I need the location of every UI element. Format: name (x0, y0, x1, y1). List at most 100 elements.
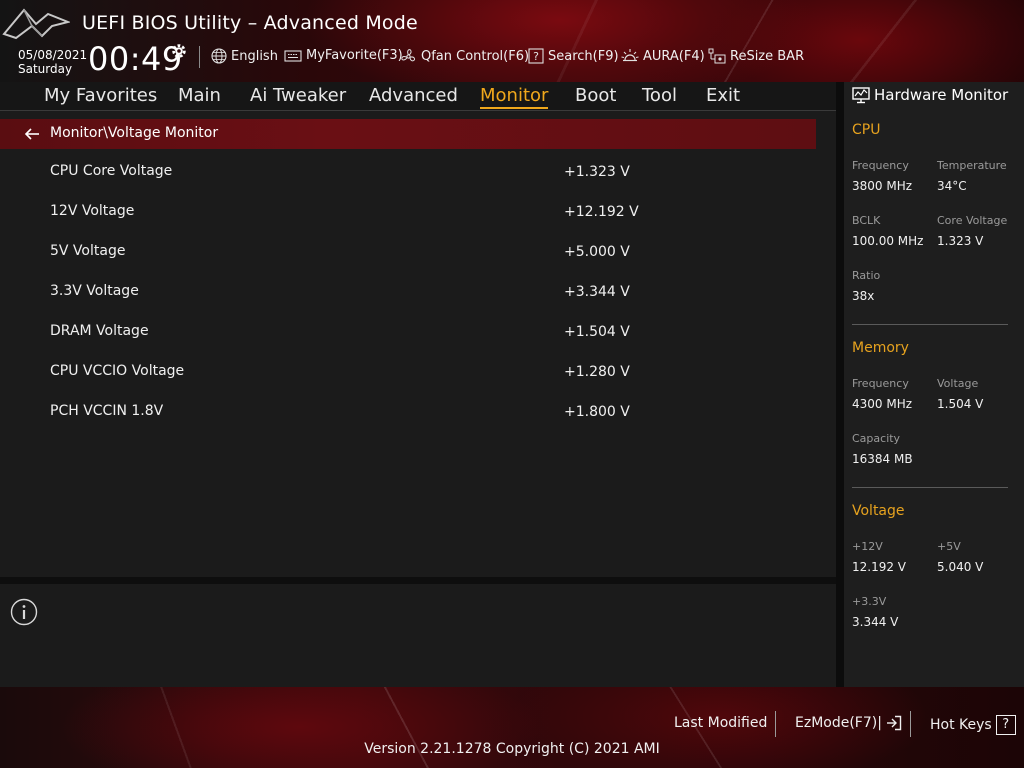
voltage-row[interactable]: 5V Voltage +5.000 V (0, 243, 816, 283)
voltage-value: +5.000 V (564, 244, 630, 260)
tab-my-favorites[interactable]: My Favorites (44, 85, 157, 106)
memory-voltage-value: 1.504 V (937, 397, 984, 411)
header-bar: UEFI BIOS Utility – Advanced Mode 05/08/… (0, 0, 1024, 82)
app-title: UEFI BIOS Utility – Advanced Mode (82, 12, 418, 34)
voltage-value: +1.504 V (564, 324, 630, 340)
search-label: Search(F9) (548, 48, 619, 64)
footer-bar: Last Modified EzMode(F7)| Hot Keys ? Ver… (0, 687, 1024, 768)
voltage-label: CPU VCCIO Voltage (50, 363, 185, 379)
voltage-row[interactable]: CPU VCCIO Voltage +1.280 V (0, 363, 816, 403)
memory-frequency-label: Frequency (852, 377, 909, 390)
version-text: Version 2.21.1278 Copyright (C) 2021 AMI (364, 741, 660, 757)
voltage-row[interactable]: DRAM Voltage +1.504 V (0, 323, 816, 363)
resize-bar-button[interactable]: ReSize BAR (708, 48, 804, 65)
search-box-icon: ? (528, 48, 544, 64)
v12-value: 12.192 V (852, 560, 907, 574)
breadcrumb-text: Monitor\Voltage Monitor (50, 125, 219, 141)
footer-separator (910, 711, 911, 737)
voltage-value: +3.344 V (564, 284, 630, 300)
tab-monitor[interactable]: Monitor (480, 85, 549, 109)
svg-text:?: ? (533, 50, 539, 63)
voltage-row[interactable]: PCH VCCIN 1.8V +1.800 V (0, 403, 816, 443)
fan-icon (401, 49, 416, 62)
core-voltage-value: 1.323 V (937, 234, 984, 248)
back-arrow-icon[interactable] (24, 126, 40, 142)
resize-bar-icon (708, 48, 726, 64)
qfan-control-button[interactable]: Qfan Control(F6) (400, 48, 529, 65)
aura-button[interactable]: AURA(F4) (621, 48, 705, 64)
panel-divider (0, 577, 836, 584)
v33-label: +3.3V (852, 595, 887, 608)
day-text: Saturday (18, 62, 73, 76)
voltage-row[interactable]: CPU Core Voltage +1.323 V (0, 163, 816, 203)
hardware-monitor-header: Hardware Monitor (852, 86, 1008, 104)
ezmode-button[interactable]: EzMode(F7)| (795, 715, 902, 731)
voltage-section-heading: Voltage (852, 503, 905, 519)
cpu-frequency-value: 3800 MHz (852, 179, 913, 193)
myfavorite-label: MyFavorite(F3) (306, 48, 403, 63)
voltage-label: DRAM Voltage (50, 323, 149, 339)
aura-label: AURA(F4) (643, 48, 705, 64)
voltage-label: PCH VCCIN 1.8V (50, 403, 164, 419)
monitor-icon (852, 87, 870, 104)
voltage-value: +1.280 V (564, 364, 630, 380)
info-icon (10, 598, 38, 626)
ezmode-label: EzMode(F7)| (795, 715, 882, 731)
hardware-monitor-title: Hardware Monitor (874, 86, 1009, 104)
cpu-temperature-value: 34°C (937, 179, 967, 193)
qfan-label: Qfan Control(F6) (421, 49, 530, 64)
rog-logo-icon (2, 8, 70, 40)
last-modified-button[interactable]: Last Modified (674, 715, 767, 731)
voltage-label: 3.3V Voltage (50, 283, 139, 299)
tab-main[interactable]: Main (178, 85, 221, 106)
clock: 00:49 (88, 40, 183, 78)
core-voltage-label: Core Voltage (937, 214, 1008, 227)
voltage-row[interactable]: 3.3V Voltage +3.344 V (0, 283, 816, 323)
tab-advanced[interactable]: Advanced (369, 85, 458, 106)
tab-ai-tweaker[interactable]: Ai Tweaker (250, 85, 346, 106)
help-panel (0, 584, 836, 687)
section-divider (852, 324, 1008, 325)
bclk-label: BCLK (852, 214, 881, 227)
voltage-label: 5V Voltage (50, 243, 126, 259)
sidebar-divider (836, 82, 844, 687)
v5-label: +5V (937, 540, 961, 553)
memory-capacity-value: 16384 MB (852, 452, 913, 466)
cpu-section-heading: CPU (852, 122, 881, 138)
main-tab-bar: My Favorites Main Ai Tweaker Advanced Mo… (0, 82, 836, 111)
memory-voltage-label: Voltage (937, 377, 979, 390)
ratio-label: Ratio (852, 269, 881, 282)
tab-exit[interactable]: Exit (706, 85, 740, 106)
footer-separator (775, 711, 776, 737)
language-label: English (231, 48, 278, 64)
hot-keys-button[interactable]: Hot Keys ? (930, 715, 1016, 735)
toolbar-separator (199, 46, 200, 68)
hot-keys-label: Hot Keys (930, 717, 992, 733)
globe-icon (211, 48, 227, 64)
memory-frequency-value: 4300 MHz (852, 397, 913, 411)
tab-tool[interactable]: Tool (642, 85, 677, 106)
hardware-monitor-panel: Hardware Monitor CPU Frequency Temperatu… (844, 82, 1024, 687)
voltage-value: +12.192 V (564, 204, 639, 220)
language-button[interactable]: English (211, 48, 278, 64)
voltage-monitor-panel: Monitor\Voltage Monitor CPU Core Voltage… (0, 111, 836, 577)
search-button[interactable]: ? Search(F9) (528, 48, 619, 64)
v12-label: +12V (852, 540, 883, 553)
myfavorite-button[interactable]: MyFavorite(F3) (284, 48, 403, 63)
tab-boot[interactable]: Boot (575, 85, 616, 106)
voltage-value: +1.800 V (564, 404, 630, 420)
gear-icon[interactable] (170, 42, 188, 60)
aura-icon (621, 49, 639, 62)
voltage-label: CPU Core Voltage (50, 163, 173, 179)
v33-value: 3.344 V (852, 615, 899, 629)
v5-value: 5.040 V (937, 560, 984, 574)
cpu-frequency-label: Frequency (852, 159, 909, 172)
memory-capacity-label: Capacity (852, 432, 901, 445)
date-display: 05/08/2021 Saturday (18, 48, 87, 76)
date-text: 05/08/2021 (18, 48, 88, 62)
voltage-row[interactable]: 12V Voltage +12.192 V (0, 203, 816, 243)
section-divider (852, 487, 1008, 488)
ratio-value: 38x (852, 289, 875, 303)
exit-arrow-icon (886, 715, 902, 731)
breadcrumb[interactable]: Monitor\Voltage Monitor (0, 119, 816, 149)
